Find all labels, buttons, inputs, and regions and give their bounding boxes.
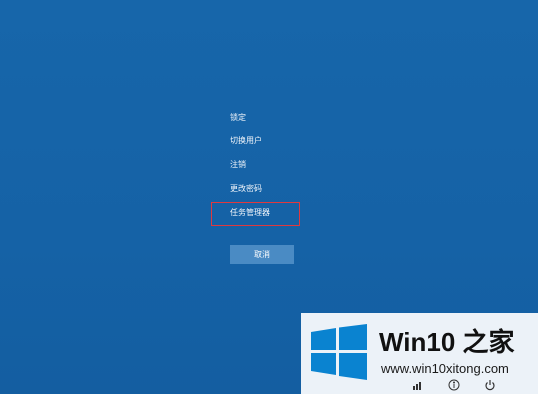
system-tray <box>412 379 532 393</box>
task-manager-highlight <box>211 202 300 226</box>
watermark-site: www.win10xitong.com <box>381 361 509 376</box>
change-password-option[interactable]: 更改密码 <box>230 183 262 195</box>
network-icon[interactable] <box>412 379 424 391</box>
sign-out-option[interactable]: 注销 <box>230 159 246 171</box>
cancel-button[interactable]: 取消 <box>230 245 294 264</box>
watermark: Win10 之家 www.win10xitong.com <box>301 313 538 394</box>
lock-option[interactable]: 锁定 <box>230 112 246 124</box>
accessibility-icon[interactable] <box>448 379 460 391</box>
security-options-screen: 锁定 切换用户 注销 更改密码 任务管理器 取消 Win10 之家 www.wi… <box>0 0 538 394</box>
watermark-brand: Win10 之家 <box>379 327 515 357</box>
power-icon[interactable] <box>484 379 496 391</box>
windows-logo-icon <box>311 324 367 380</box>
switch-user-option[interactable]: 切换用户 <box>230 135 262 147</box>
